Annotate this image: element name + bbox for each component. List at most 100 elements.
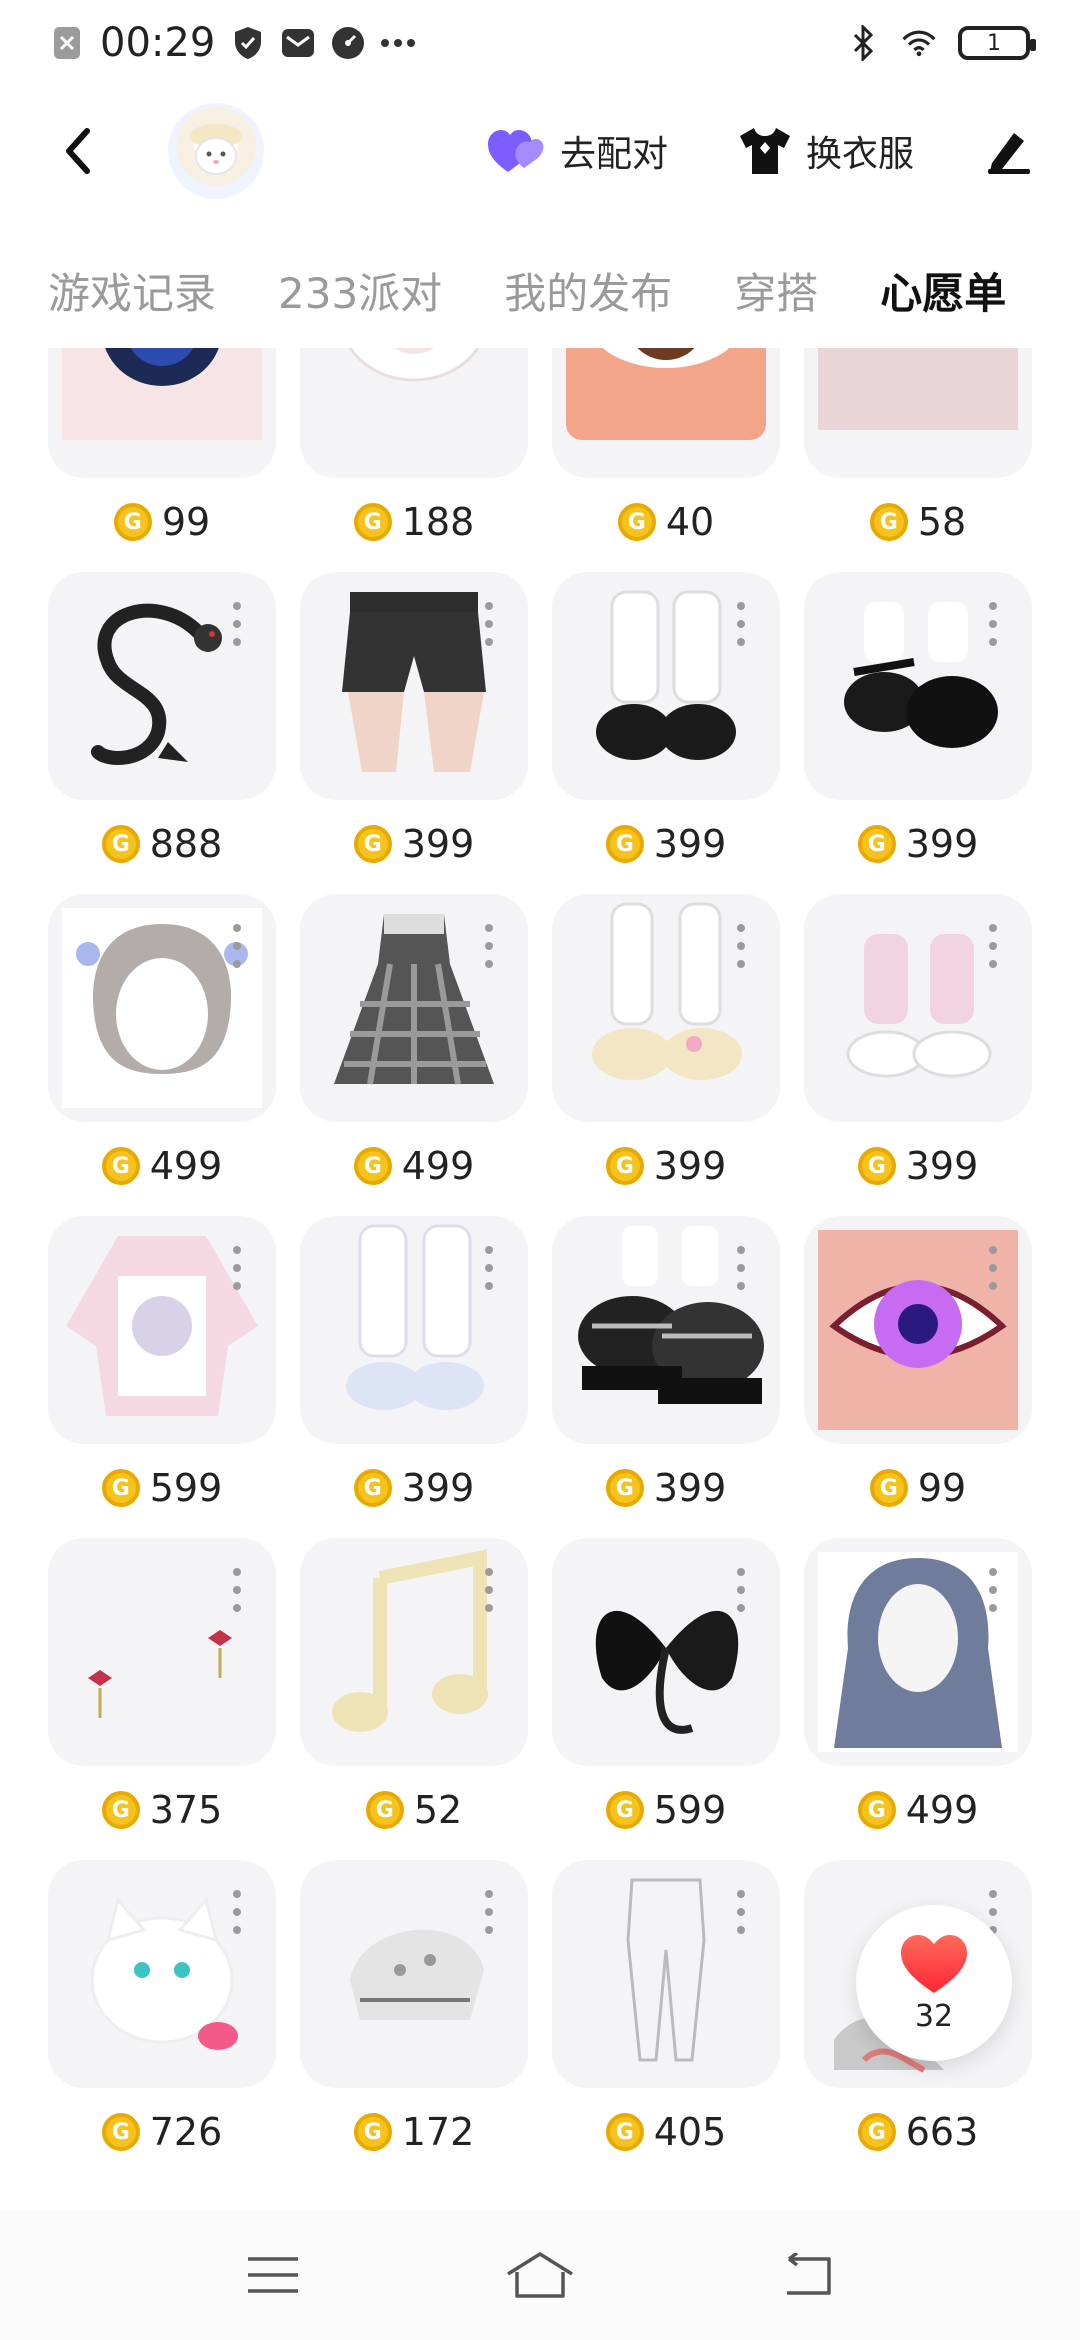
- wishlist-item[interactable]: G 399: [300, 572, 528, 894]
- wishlist-item[interactable]: G 375: [48, 1538, 276, 1860]
- wishlist-item[interactable]: G 399: [804, 572, 1032, 894]
- tab-my-posts[interactable]: 我的发布: [504, 260, 672, 321]
- wishlist-item[interactable]: G 499: [804, 1538, 1032, 1860]
- battery-icon: 1: [958, 26, 1036, 60]
- coin-icon: G: [605, 2113, 644, 2151]
- wishlist-item[interactable]: G 52: [300, 1538, 528, 1860]
- price-value: 405: [653, 2110, 727, 2154]
- item-thumbnail[interactable]: [48, 894, 276, 1122]
- more-options-icon[interactable]: [484, 602, 494, 646]
- item-thumbnail[interactable]: [552, 572, 780, 800]
- more-options-icon[interactable]: [484, 1246, 494, 1290]
- wishlist-item[interactable]: G 58: [804, 348, 1032, 572]
- avatar[interactable]: [168, 103, 264, 199]
- wishlist-item[interactable]: G 399: [552, 572, 780, 894]
- favorite-count-button[interactable]: 32: [856, 1905, 1012, 2061]
- item-thumbnail[interactable]: [804, 572, 1032, 800]
- wishlist-item[interactable]: G 499: [48, 894, 276, 1216]
- change-outfit-button[interactable]: 换衣服: [738, 125, 914, 177]
- item-thumbnail[interactable]: [300, 894, 528, 1122]
- wishlist-item[interactable]: G 188: [300, 348, 528, 572]
- wishlist-item[interactable]: G 99: [48, 348, 276, 572]
- more-options-icon[interactable]: [988, 924, 998, 968]
- wishlist-item[interactable]: G 405: [552, 1860, 780, 2182]
- menu-button[interactable]: [238, 2240, 308, 2310]
- tab-233-party[interactable]: 233派对: [278, 260, 442, 321]
- more-options-icon[interactable]: [232, 1246, 242, 1290]
- item-thumbnail[interactable]: [552, 1860, 780, 2088]
- more-options-icon[interactable]: [736, 1246, 746, 1290]
- wishlist-item[interactable]: G 399: [804, 894, 1032, 1216]
- more-options-icon[interactable]: [484, 1568, 494, 1612]
- item-thumbnail[interactable]: [48, 1538, 276, 1766]
- wishlist-item[interactable]: G 726: [48, 1860, 276, 2182]
- more-options-icon[interactable]: [232, 1568, 242, 1612]
- more-options-icon[interactable]: [736, 1890, 746, 1934]
- more-options-icon[interactable]: [484, 924, 494, 968]
- tab-wishlist[interactable]: 心愿单: [880, 260, 1006, 321]
- item-thumbnail[interactable]: [552, 348, 780, 478]
- item-thumbnail[interactable]: [300, 1538, 528, 1766]
- item-thumbnail[interactable]: [804, 1538, 1032, 1766]
- price-value: 99: [917, 1466, 967, 1510]
- item-thumbnail[interactable]: [552, 1538, 780, 1766]
- more-options-icon[interactable]: [736, 924, 746, 968]
- item-thumbnail[interactable]: [300, 348, 528, 478]
- more-options-icon[interactable]: [232, 1890, 242, 1934]
- wishlist-item[interactable]: G 99: [804, 1216, 1032, 1538]
- coin-icon: G: [353, 1469, 392, 1507]
- more-options-icon[interactable]: [736, 1568, 746, 1612]
- tab-outfits[interactable]: 穿搭: [734, 260, 818, 321]
- more-notifications-icon: [381, 26, 416, 60]
- price-value: 663: [905, 2110, 979, 2154]
- tab-game-records[interactable]: 游戏记录: [48, 260, 216, 321]
- more-options-icon[interactable]: [232, 602, 242, 646]
- bluetooth-icon: [846, 25, 880, 61]
- wishlist-item[interactable]: G 399: [552, 894, 780, 1216]
- item-thumbnail[interactable]: [552, 894, 780, 1122]
- item-thumbnail[interactable]: [804, 348, 1032, 478]
- item-thumbnail[interactable]: [300, 1860, 528, 2088]
- more-options-icon[interactable]: [484, 1890, 494, 1934]
- item-price: G 399: [804, 1144, 1032, 1188]
- more-options-icon[interactable]: [232, 924, 242, 968]
- back-button[interactable]: [48, 121, 108, 181]
- wishlist-item[interactable]: G 599: [552, 1538, 780, 1860]
- wishlist-item[interactable]: G 172: [300, 1860, 528, 2182]
- item-thumbnail[interactable]: [552, 1216, 780, 1444]
- coin-icon: G: [857, 825, 896, 863]
- item-thumbnail[interactable]: [48, 1216, 276, 1444]
- wishlist-grid: G 99 G 188 G 40 G 58 G 888 G 399 G 399 G 399 G 499 G 499 G 39…: [48, 348, 1032, 2182]
- price-value: 499: [401, 1144, 475, 1188]
- item-thumbnail[interactable]: [300, 1216, 528, 1444]
- edit-button[interactable]: [984, 127, 1032, 175]
- top-nav: 去配对 换衣服: [0, 86, 1080, 216]
- coin-icon: G: [869, 503, 908, 541]
- item-thumbnail[interactable]: [300, 572, 528, 800]
- home-button[interactable]: [505, 2240, 575, 2310]
- more-options-icon[interactable]: [736, 602, 746, 646]
- wishlist-item[interactable]: G 40: [552, 348, 780, 572]
- brown-eye-image: [566, 348, 766, 440]
- wishlist-item[interactable]: G 399: [300, 1216, 528, 1538]
- item-price: G 663: [804, 2110, 1032, 2154]
- item-thumbnail[interactable]: [804, 894, 1032, 1122]
- item-thumbnail[interactable]: [48, 572, 276, 800]
- gauge-icon: [331, 26, 365, 60]
- price-value: 399: [905, 1144, 979, 1188]
- wishlist-item[interactable]: G 888: [48, 572, 276, 894]
- more-options-icon[interactable]: [988, 1568, 998, 1612]
- more-options-icon[interactable]: [988, 1246, 998, 1290]
- wishlist-item[interactable]: G 499: [300, 894, 528, 1216]
- more-options-icon[interactable]: [988, 602, 998, 646]
- item-thumbnail[interactable]: [804, 1216, 1032, 1444]
- back-nav-button[interactable]: [772, 2240, 842, 2310]
- match-button[interactable]: 去配对: [486, 125, 668, 177]
- eyebrow-image: [818, 348, 1018, 430]
- wishlist-item[interactable]: G 399: [552, 1216, 780, 1538]
- wishlist-item[interactable]: G 599: [48, 1216, 276, 1538]
- price-value: 40: [665, 500, 715, 544]
- item-thumbnail[interactable]: [48, 348, 276, 478]
- item-thumbnail[interactable]: [48, 1860, 276, 2088]
- item-price: G 375: [48, 1788, 276, 1832]
